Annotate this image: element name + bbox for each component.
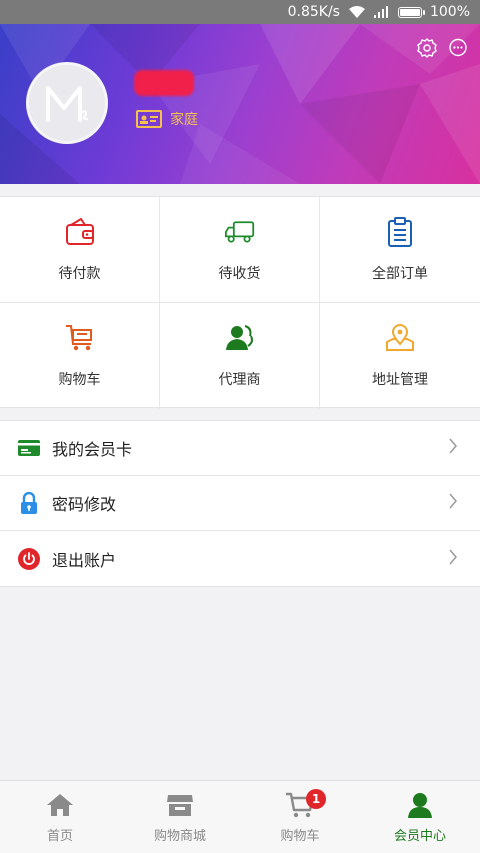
- grid-item-label: 待付款: [58, 265, 101, 282]
- grid-item-agent[interactable]: 代理商: [160, 303, 320, 409]
- wifi-icon: [348, 5, 366, 19]
- grid-item-label: 代理商: [218, 372, 261, 388]
- cart-count-badge: 1: [306, 789, 326, 809]
- grid-item-address-management[interactable]: 地址管理: [320, 303, 480, 409]
- menu-item-member-card[interactable]: 我的会员卡: [0, 421, 480, 476]
- grid-item-label: 待收货: [218, 265, 261, 282]
- map-pin-icon: [385, 323, 415, 353]
- grid-item-pending-delivery[interactable]: 待收货: [160, 197, 320, 303]
- tab-home[interactable]: 首页: [0, 781, 120, 853]
- tab-cart[interactable]: 1 购物车: [240, 781, 360, 853]
- settings-button[interactable]: [416, 37, 438, 59]
- menu-item-label: 密码修改: [52, 495, 117, 514]
- menu-item-logout[interactable]: 退出账户: [0, 531, 480, 586]
- avatar-logo-icon: [46, 86, 89, 122]
- profile-header: 家庭: [0, 24, 480, 184]
- member-icon: [405, 791, 435, 819]
- home-icon: [45, 791, 75, 819]
- id-card-icon: [136, 110, 162, 128]
- tab-label: 会员中心: [393, 828, 446, 844]
- grid-item-shopping-cart[interactable]: 购物车: [0, 303, 160, 409]
- username-redacted: [134, 70, 194, 96]
- member-type: 家庭: [136, 109, 198, 129]
- chevron-right-icon: [448, 493, 458, 513]
- tab-store[interactable]: 购物商城: [120, 781, 240, 853]
- truck-icon: [224, 217, 255, 247]
- agent-icon: [225, 323, 255, 353]
- menu-item-change-password[interactable]: 密码修改: [0, 476, 480, 531]
- wallet-icon: [65, 217, 95, 247]
- menu-item-label: 退出账户: [52, 550, 117, 570]
- account-menu: 我的会员卡 密码修改 退出账户: [0, 420, 480, 587]
- member-type-label: 家庭: [170, 112, 198, 128]
- grid-item-all-orders[interactable]: 全部订单: [320, 197, 480, 303]
- cart-icon: [65, 323, 95, 353]
- bottom-tab-bar: 首页 购物商城 1 购物车 会员中心: [0, 780, 480, 853]
- chevron-right-icon: [448, 549, 458, 569]
- grid-item-pending-payment[interactable]: 待付款: [0, 197, 160, 303]
- signal-icon: [373, 6, 390, 18]
- chevron-right-icon: [448, 438, 458, 458]
- status-bar: 0.85K/s 100%: [0, 0, 480, 24]
- lock-icon: [18, 492, 40, 514]
- tab-member-center[interactable]: 会员中心: [360, 781, 480, 853]
- battery-icon: [397, 6, 425, 18]
- tab-label: 首页: [46, 828, 73, 844]
- grid-item-label: 全部订单: [372, 265, 428, 282]
- clipboard-icon: [385, 216, 415, 247]
- chat-bubble-icon: [449, 38, 467, 57]
- shortcut-grid: 待付款 待收货 全部订单 购物车 代理商 地址管理: [0, 196, 480, 409]
- grid-item-label: 购物车: [58, 372, 101, 388]
- avatar[interactable]: [26, 62, 108, 144]
- tab-label: 购物商城: [153, 828, 206, 844]
- gear-icon: [417, 38, 437, 58]
- tab-label: 购物车: [280, 828, 320, 844]
- member-card-icon: [18, 437, 40, 459]
- power-icon: [18, 547, 40, 570]
- grid-item-label: 地址管理: [372, 372, 428, 388]
- store-icon: [165, 791, 195, 819]
- message-button[interactable]: [447, 37, 469, 59]
- battery-level: 100%: [429, 4, 470, 20]
- network-speed: 0.85K/s: [287, 4, 340, 20]
- menu-item-label: 我的会员卡: [52, 440, 133, 459]
